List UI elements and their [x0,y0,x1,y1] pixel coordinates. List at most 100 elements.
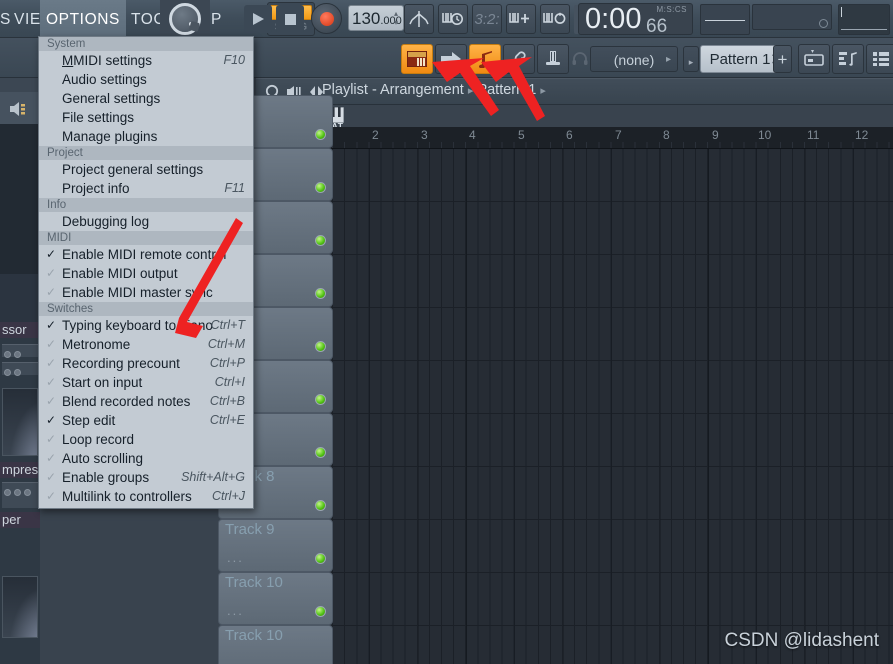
countdown-button[interactable] [438,4,468,34]
menu-item-blend-recorded-notes[interactable]: ✓ Blend recorded notes Ctrl+B [39,392,253,411]
bg-plugin-label-2: mpressor [0,462,40,478]
menu-item-file-settings[interactable]: File settings [39,108,253,127]
piano-roll-button[interactable] [401,44,433,74]
playlist-window: Playlist - Arrangement ▸ Pattern 1 ▸ PAT… [256,78,893,664]
checkmark-icon: ✓ [46,247,57,261]
menu-item-options[interactable]: OPTIONS [40,0,126,38]
track-led[interactable] [315,606,326,617]
mixer-icon [538,45,568,73]
menu-item-auto-scrolling[interactable]: ✓ Auto scrolling [39,449,253,468]
metronome-select-value: (none) [613,52,655,68]
stop-icon [285,14,296,25]
options-dropdown-menu[interactable]: System MMIDI settings F10 Audio settings … [38,36,254,509]
menu-item-project-general-settings[interactable]: Project general settings [39,160,253,179]
pattern-prev-button[interactable]: ▸ [683,46,699,72]
hint-panel-left [700,4,750,35]
ruler-mark: 8 [663,128,670,142]
track-header-9[interactable]: Track 9 ... [218,519,333,572]
menu-item-label: Recording precount [62,356,180,371]
menu-item-typing-keyboard-to-piano[interactable]: ✓ Typing keyboard to piano Ctrl+T [39,316,253,335]
browser-view-button[interactable] [866,44,893,74]
menu-item-shortcut: Ctrl+J [212,489,245,503]
piano-roll-view-icon [833,45,863,73]
master-volume-knob[interactable] [169,3,201,35]
checkmark-icon: ✓ [46,394,57,408]
pattern-selector[interactable]: Pattern 1 ▴▾ [700,45,780,73]
ruler-mark: 3 [421,128,428,142]
menu-item-debugging-log[interactable]: Debugging log [39,212,253,231]
metronome-select[interactable]: (none) ▸ [590,46,678,72]
track-led[interactable] [315,235,326,246]
playlist-title: Playlist - Arrangement [322,82,464,98]
play-button[interactable] [244,5,272,33]
ruler-mark: 4 [469,128,476,142]
track-led[interactable] [315,394,326,405]
record-icon [320,12,334,26]
bg-plugin-label-1: ssor [0,322,40,338]
blend-notes-button[interactable] [506,4,536,34]
typing-keyboard-to-piano-button[interactable] [404,4,434,34]
blend-notes-icon [507,5,535,33]
track-dots[interactable]: ... [227,550,244,565]
clock-small-icon [819,19,828,28]
menu-item-manage-plugins[interactable]: Manage plugins [39,127,253,146]
track-led[interactable] [315,182,326,193]
track-led[interactable] [315,341,326,352]
menu-item-recording-precount[interactable]: ✓ Recording precount Ctrl+P [39,354,253,373]
record-button[interactable] [311,3,342,34]
menu-item-label: Blend recorded notes [62,394,191,409]
menu-item-label: Metronome [62,337,131,352]
track-led[interactable] [315,288,326,299]
tempo-field[interactable]: 130.000 ▴ ▾ [348,5,404,31]
time-display[interactable]: 0:00 66 M:S:CS [578,3,693,37]
loop-record-icon [541,5,569,33]
menu-item-enable-groups[interactable]: ✓ Enable groups Shift+Alt+G [39,468,253,487]
menu-item-loop-record[interactable]: ✓ Loop record [39,430,253,449]
menu-item-project-info[interactable]: Project info F11 [39,179,253,198]
link-icon [504,45,534,73]
bg-plugin-label-3: per [0,512,40,528]
track-header-10[interactable]: Track 10 ... [218,572,333,625]
menu-item-start-on-input[interactable]: ✓ Start on input Ctrl+I [39,373,253,392]
menu-item-label: Auto scrolling [62,451,144,466]
checkmark-icon: ✓ [46,432,57,446]
menu-item-label: Enable MIDI output [62,266,178,281]
playlist-view-button[interactable] [798,44,830,74]
typing-keyboard-icon [405,5,433,33]
ruler-mark: 11 [807,128,820,142]
menu-item-enable-midi-remote-control[interactable]: ✓ Enable MIDI remote control [39,245,253,264]
track-led[interactable] [315,553,326,564]
track-header-11[interactable]: Track 10 [218,625,333,664]
link-button[interactable] [503,44,535,74]
track-dots[interactable]: ... [227,603,244,618]
playlist-ruler[interactable]: 1 2 3 4 5 6 7 8 9 10 11 12 [320,127,893,149]
menu-item-step-edit[interactable]: ✓ Step edit Ctrl+E [39,411,253,430]
menu-item-midi-settings[interactable]: MMIDI settings F10 [39,51,253,70]
ruler-mark: 7 [615,128,622,142]
menu-item-label: Project info [62,181,130,196]
headphones-icon [572,52,588,65]
playlist-grid[interactable] [320,149,893,664]
menu-item-audio-settings[interactable]: Audio settings [39,70,253,89]
menu-item-label: MIDI settings [73,53,153,68]
menu-item-multilink-to-controllers[interactable]: ✓ Multilink to controllers Ctrl+J [39,487,253,506]
stop-button[interactable] [276,5,304,33]
menu-item-enable-midi-master-sync[interactable]: ✓ Enable MIDI master sync [39,283,253,302]
menu-item-metronome[interactable]: ✓ Metronome Ctrl+M [39,335,253,354]
loop-record-button[interactable] [540,4,570,34]
add-pattern-button[interactable]: + [773,45,792,73]
note-tool-button[interactable] [469,44,501,74]
track-led[interactable] [315,129,326,140]
track-led[interactable] [315,447,326,458]
mixer-button[interactable] [537,44,569,74]
menu-item-enable-midi-output[interactable]: ✓ Enable MIDI output [39,264,253,283]
checkmark-icon: ✓ [46,318,57,332]
menu-item-general-settings[interactable]: General settings [39,89,253,108]
piano-roll-view-button[interactable] [832,44,864,74]
step-sequencer-button[interactable] [435,44,467,74]
tempo-spinner-icon[interactable]: ▴ ▾ [394,9,401,29]
ruler-mark: 12 [855,128,869,142]
snap-button[interactable]: 3:2: [472,4,502,34]
track-led[interactable] [315,500,326,511]
checkmark-icon: ✓ [46,375,57,389]
